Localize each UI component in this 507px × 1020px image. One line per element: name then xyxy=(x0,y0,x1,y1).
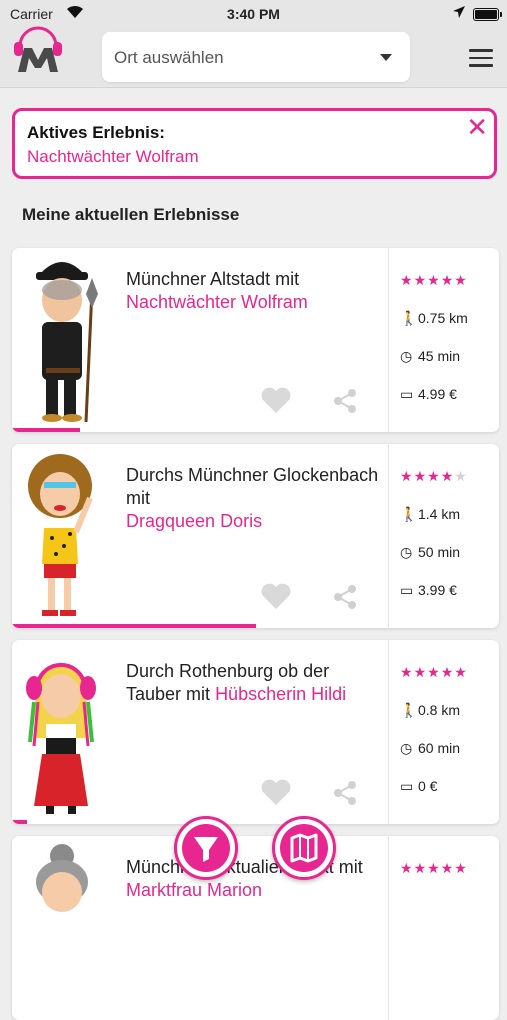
share-icon[interactable] xyxy=(332,388,358,414)
duration-value: 60 min xyxy=(418,740,461,756)
star-icon: ★ xyxy=(413,664,428,680)
progress-bar xyxy=(12,624,256,628)
star-icon: ★ xyxy=(454,664,468,680)
tour-card[interactable]: Münchner Altstadt mit Nachtwächter Wolfra… xyxy=(12,248,499,432)
guide-avatar xyxy=(36,262,98,423)
share-icon[interactable] xyxy=(332,780,358,806)
share-icon[interactable] xyxy=(332,584,358,610)
duration-value: 50 min xyxy=(418,544,461,560)
distance-value: 0.8 km xyxy=(418,702,461,718)
star-icon: ★ xyxy=(440,860,455,876)
duration-row: ◷ 50 min xyxy=(400,544,460,561)
card-icon: ▭ xyxy=(400,778,414,794)
star-icon: ★ xyxy=(400,664,414,680)
star-icon: ★ xyxy=(413,272,428,288)
guide-name[interactable]: Nachtwächter Wolfram xyxy=(126,292,308,312)
location-arrow-icon xyxy=(453,6,465,18)
price-value: 4.99 € xyxy=(418,386,457,402)
star-icon: ★ xyxy=(440,468,455,484)
distance-row: 🚶0.8 km xyxy=(400,702,460,719)
heart-icon[interactable] xyxy=(260,582,292,610)
clock-icon: ◷ xyxy=(400,740,413,756)
star-icon: ★ xyxy=(413,468,428,484)
clock-time: 3:40 PM xyxy=(227,6,280,22)
progress-bar xyxy=(12,428,81,432)
tour-card[interactable]: Münchner Viktualienmarkt mit Marktfrau Ma… xyxy=(12,836,499,1020)
rating-stars: ★★★★★ xyxy=(400,272,468,289)
rating-stars: ★★★★★ xyxy=(400,664,468,681)
active-experience-label: Aktives Erlebnis: xyxy=(27,123,165,142)
status-bar: Carrier 3:40 PM xyxy=(0,0,507,30)
duration-value: 45 min xyxy=(418,348,461,364)
tour-title: Münchner Viktualienmarkt mit Marktfrau Ma… xyxy=(126,857,363,900)
active-experience-banner[interactable]: Aktives Erlebnis: Nachtwächter Wolfram ✕ xyxy=(12,108,497,179)
duration-row: ◷ 60 min xyxy=(400,740,460,757)
progress-bar xyxy=(12,820,27,824)
star-icon: ★ xyxy=(413,860,428,876)
tour-title: Münchner Altstadt mit Nachtwächter Wolfra… xyxy=(126,269,308,312)
active-experience-name[interactable]: Nachtwächter Wolfram xyxy=(27,147,199,167)
card-icon: ▭ xyxy=(400,582,414,598)
walk-icon: 🚶 xyxy=(400,702,418,718)
filter-button[interactable] xyxy=(174,816,238,880)
star-icon: ★ xyxy=(440,272,455,288)
star-icon: ★ xyxy=(400,468,414,484)
location-select[interactable]: Ort auswählen xyxy=(102,32,410,82)
price-row: ▭ 0 € xyxy=(400,778,437,795)
app-logo[interactable] xyxy=(10,24,66,74)
card-divider xyxy=(388,640,389,824)
duration-row: ◷ 45 min xyxy=(400,348,460,365)
map-button[interactable] xyxy=(272,816,336,880)
price-value: 0 € xyxy=(418,778,438,794)
guide-avatar xyxy=(26,662,96,814)
price-row: ▭ 3.99 € xyxy=(400,582,457,599)
app-header: Ort auswählen xyxy=(0,26,507,88)
guide-name[interactable]: Hübscherin Hildi xyxy=(215,684,346,704)
section-title: Meine aktuellen Erlebnisse xyxy=(22,205,240,224)
walk-icon: 🚶 xyxy=(400,310,418,326)
location-select-placeholder: Ort auswählen xyxy=(114,48,224,67)
star-icon: ★ xyxy=(454,860,468,876)
rating-stars: ★★★★★ xyxy=(400,468,468,485)
star-icon: ★ xyxy=(400,860,414,876)
distance-row: 🚶0.75 km xyxy=(400,310,468,327)
heart-icon[interactable] xyxy=(260,778,292,806)
tour-title: Durchs Münchner Glockenbach mit Dragqueen… xyxy=(126,465,379,531)
walk-icon: 🚶 xyxy=(400,506,418,522)
star-icon: ★ xyxy=(427,468,441,484)
filter-icon xyxy=(194,837,218,862)
star-icon: ★ xyxy=(427,664,441,680)
tour-title: Durch Rothenburg ob der Tauber mit Hübsc… xyxy=(126,661,347,704)
clock-icon: ◷ xyxy=(400,348,413,364)
rating-stars: ★★★★★ xyxy=(400,860,468,877)
price-row: ▭ 4.99 € xyxy=(400,386,457,403)
card-divider xyxy=(388,444,389,628)
price-value: 3.99 € xyxy=(418,582,457,598)
star-icon: ★ xyxy=(427,272,441,288)
close-icon[interactable]: ✕ xyxy=(466,114,488,140)
star-icon: ★ xyxy=(454,272,468,288)
distance-row: 🚶1.4 km xyxy=(400,506,460,523)
clock-icon: ◷ xyxy=(400,544,413,560)
guide-avatar xyxy=(36,844,88,912)
heart-icon[interactable] xyxy=(260,386,292,414)
star-icon: ★ xyxy=(454,468,468,484)
star-icon: ★ xyxy=(427,860,441,876)
guide-name[interactable]: Dragqueen Doris xyxy=(126,511,262,531)
star-icon: ★ xyxy=(440,664,455,680)
hamburger-menu-icon[interactable] xyxy=(469,49,493,67)
card-divider xyxy=(388,248,389,432)
chevron-down-icon xyxy=(380,54,392,61)
guide-name[interactable]: Marktfrau Marion xyxy=(126,880,262,900)
tour-card[interactable]: Durch Rothenburg ob der Tauber mit Hübsc… xyxy=(12,640,499,824)
card-icon: ▭ xyxy=(400,386,414,402)
distance-value: 0.75 km xyxy=(418,310,468,326)
tour-card[interactable]: Durchs Münchner Glockenbach mit Dragqueen… xyxy=(12,444,499,628)
battery-icon xyxy=(473,8,502,21)
guide-avatar xyxy=(28,454,93,616)
map-icon xyxy=(290,833,318,863)
card-divider xyxy=(388,836,389,1020)
star-icon: ★ xyxy=(400,272,414,288)
distance-value: 1.4 km xyxy=(418,506,461,522)
